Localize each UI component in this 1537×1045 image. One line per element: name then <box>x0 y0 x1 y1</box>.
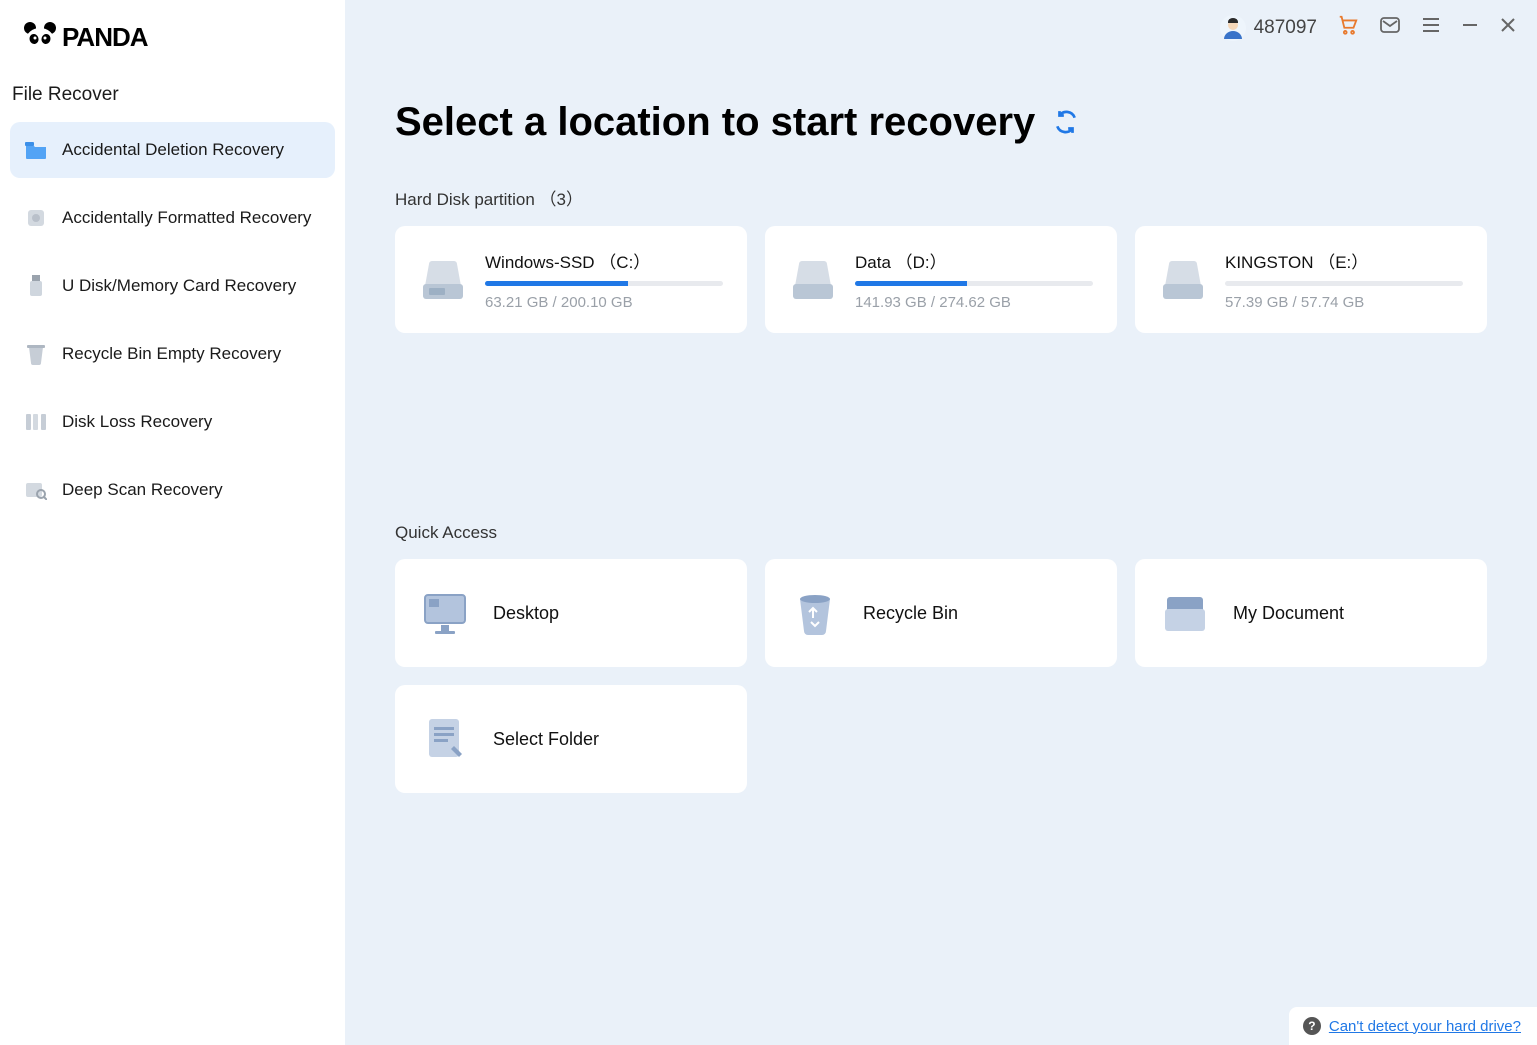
sidebar-heading: File Recover <box>10 84 335 122</box>
sidebar-item-label: Disk Loss Recovery <box>62 412 212 432</box>
disk-progress <box>1225 281 1463 286</box>
search-disk-icon <box>24 478 48 502</box>
content: Select a location to start recovery Hard… <box>345 0 1537 1045</box>
usb-icon <box>24 274 48 298</box>
quick-my-document[interactable]: My Document <box>1135 559 1487 667</box>
sidebar-item-usb[interactable]: U Disk/Memory Card Recovery <box>10 258 335 314</box>
sidebar: PANDA File Recover Accidental Deletion R… <box>0 0 345 1045</box>
document-folder-icon <box>1159 587 1211 639</box>
quick-label: Select Folder <box>493 729 599 750</box>
quick-select-folder[interactable]: Select Folder <box>395 685 747 793</box>
quick-recycle-bin[interactable]: Recycle Bin <box>765 559 1117 667</box>
disk-usage: 57.39 GB / 57.74 GB <box>1225 294 1463 311</box>
sidebar-item-label: Recycle Bin Empty Recovery <box>62 344 281 364</box>
panda-logo-icon <box>22 20 58 54</box>
drive-format-icon <box>24 206 48 230</box>
trash-icon <box>24 342 48 366</box>
disk-progress <box>855 281 1093 286</box>
disk-info: Windows-SSD （C:） 63.21 GB / 200.10 GB <box>485 248 723 311</box>
disk-cards: Windows-SSD （C:） 63.21 GB / 200.10 GB Da… <box>395 226 1487 333</box>
help-link-container: ? Can't detect your hard drive? <box>1289 1007 1537 1045</box>
disk-progress <box>485 281 723 286</box>
sidebar-item-label: Accidental Deletion Recovery <box>62 140 284 160</box>
disk-usage: 63.21 GB / 200.10 GB <box>485 294 723 311</box>
sidebar-item-formatted[interactable]: Accidentally Formatted Recovery <box>10 190 335 246</box>
quick-label: Recycle Bin <box>863 603 958 624</box>
sidebar-item-accidental-deletion[interactable]: Accidental Deletion Recovery <box>10 122 335 178</box>
disk-info: KINGSTON （E:） 57.39 GB / 57.74 GB <box>1225 248 1463 311</box>
page-title-text: Select a location to start recovery <box>395 100 1035 145</box>
disk-name: Data （D:） <box>855 248 1093 273</box>
quick-section-label: Quick Access <box>395 523 1487 543</box>
disk-section-label: Hard Disk partition （3） <box>395 185 1487 210</box>
logo: PANDA <box>10 20 335 84</box>
sidebar-item-label: Accidentally Formatted Recovery <box>62 208 311 228</box>
refresh-button[interactable] <box>1053 100 1079 145</box>
hdd-icon <box>789 256 837 304</box>
quick-desktop[interactable]: Desktop <box>395 559 747 667</box>
brand-text: PANDA <box>62 22 148 53</box>
select-folder-icon <box>419 713 471 765</box>
disk-name: KINGSTON （E:） <box>1225 248 1463 273</box>
page-title: Select a location to start recovery <box>395 100 1487 145</box>
hdd-icon <box>419 256 467 304</box>
desktop-icon <box>419 587 471 639</box>
disk-info: Data （D:） 141.93 GB / 274.62 GB <box>855 248 1093 311</box>
quick-label: Desktop <box>493 603 559 624</box>
sidebar-item-label: Deep Scan Recovery <box>62 480 223 500</box>
help-link[interactable]: Can't detect your hard drive? <box>1329 1018 1521 1035</box>
disk-usage: 141.93 GB / 274.62 GB <box>855 294 1093 311</box>
sidebar-item-label: U Disk/Memory Card Recovery <box>62 276 296 296</box>
recycle-bin-icon <box>789 587 841 639</box>
question-icon: ? <box>1303 1017 1321 1035</box>
disk-name: Windows-SSD （C:） <box>485 248 723 273</box>
hdd-icon <box>1159 256 1207 304</box>
sidebar-item-deep-scan[interactable]: Deep Scan Recovery <box>10 462 335 518</box>
disk-card-d[interactable]: Data （D:） 141.93 GB / 274.62 GB <box>765 226 1117 333</box>
sidebar-item-recycle-bin[interactable]: Recycle Bin Empty Recovery <box>10 326 335 382</box>
disk-card-e[interactable]: KINGSTON （E:） 57.39 GB / 57.74 GB <box>1135 226 1487 333</box>
main-area: 487097 Select a location to start recove… <box>345 0 1537 1045</box>
folder-icon <box>24 138 48 162</box>
quick-label: My Document <box>1233 603 1344 624</box>
sidebar-item-disk-loss[interactable]: Disk Loss Recovery <box>10 394 335 450</box>
quick-access-cards: Desktop Recycle Bin My Document Select F… <box>395 559 1487 793</box>
partition-icon <box>24 410 48 434</box>
disk-card-c[interactable]: Windows-SSD （C:） 63.21 GB / 200.10 GB <box>395 226 747 333</box>
